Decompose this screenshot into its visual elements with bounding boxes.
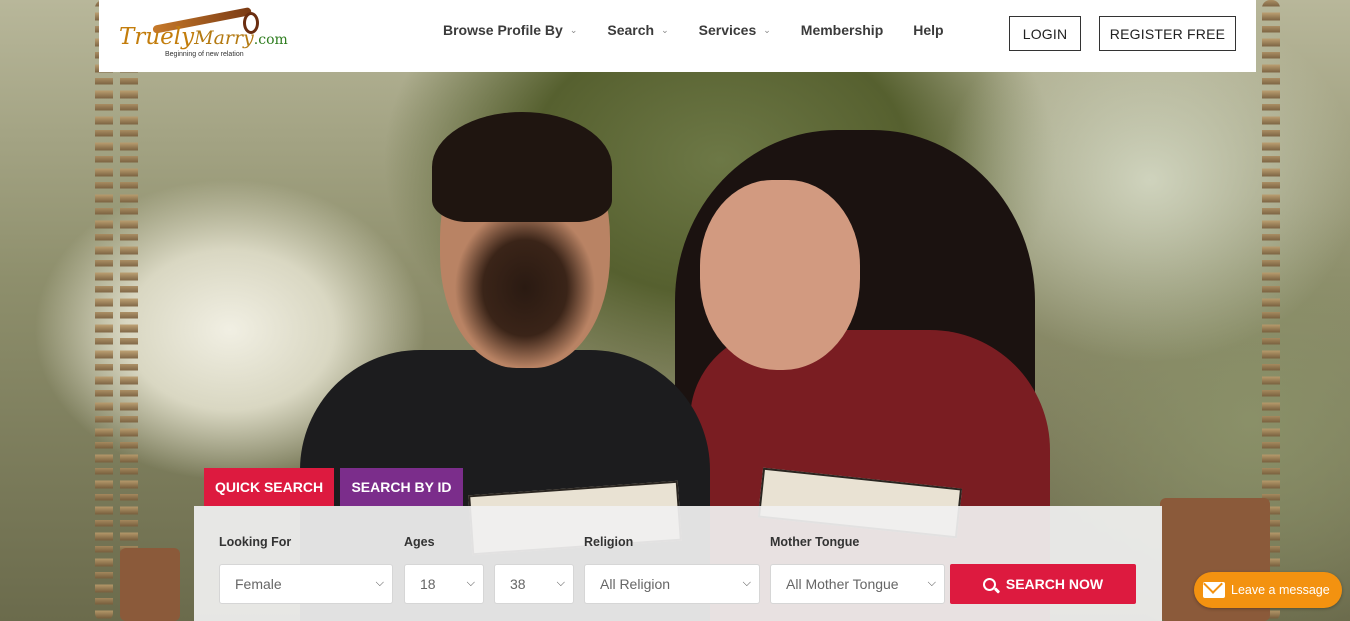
swing-chain-left-inner [120,0,138,621]
select-value: 18 [420,576,436,592]
chat-label: Leave a message [1231,583,1330,597]
chevron-down-icon: ⌵ [927,577,936,589]
age-min-select[interactable]: 18 ⌵ [404,564,484,604]
register-free-button[interactable]: REGISTER FREE [1099,16,1236,51]
logo-wordmark: TruelyMarry.com [119,24,288,50]
swing-chain-left-outer [95,0,113,621]
nav-label: Browse Profile By [443,22,563,38]
religion-label: Religion [584,535,634,549]
nav-label: Membership [800,22,884,38]
looking-for-label: Looking For [219,535,292,549]
nav-help[interactable]: Help [913,22,943,38]
nav-label: Services [698,22,757,38]
main-menu: Browse Profile By ⌄ Search ⌄ Services ⌄ Mem… [443,22,944,38]
select-value: All Religion [600,576,671,592]
leave-message-chat-button[interactable]: Leave a message [1194,572,1342,608]
chevron-down-icon: ⌵ [742,577,751,589]
chevron-down-icon: ⌵ [556,577,565,589]
tab-quick-search[interactable]: QUICK SEARCH [204,468,334,506]
search-now-label: SEARCH NOW [1005,576,1104,592]
chevron-down-icon: ⌵ [375,577,384,589]
top-navbar: TruelyMarry.com Beginning of new relatio… [99,0,1256,72]
mother-tongue-select[interactable]: All Mother Tongue ⌵ [770,564,945,604]
chevron-down-icon: ⌄ [763,24,771,35]
mother-tongue-label: Mother Tongue [770,535,860,549]
search-icon [982,577,996,591]
logo-tagline: Beginning of new relation [165,51,244,58]
quick-search-panel: Looking For Female ⌵ Ages 18 ⌵ 38 ⌵ Reli… [194,506,1162,621]
age-max-select[interactable]: 38 ⌵ [494,564,574,604]
search-now-button[interactable]: SEARCH NOW [950,564,1136,604]
ages-label: Ages [404,535,435,549]
man-hair [432,112,612,222]
nav-membership[interactable]: Membership [801,22,883,38]
chevron-down-icon: ⌄ [569,24,578,35]
login-button[interactable]: LOGIN [1009,16,1081,51]
swing-arm-left [120,548,180,621]
nav-services[interactable]: Services ⌄ [699,22,771,38]
woman-face [700,180,860,370]
looking-for-select[interactable]: Female ⌵ [219,564,393,604]
select-value: All Mother Tongue [786,576,899,592]
tab-search-by-id[interactable]: SEARCH BY ID [340,468,463,506]
nav-browse-profile-by[interactable]: Browse Profile By ⌄ [443,22,577,38]
nav-label: Search [607,22,655,38]
select-value: Female [235,576,282,592]
site-logo[interactable]: TruelyMarry.com Beginning of new relatio… [117,6,288,62]
chevron-down-icon: ⌄ [661,24,669,35]
select-value: 38 [510,576,526,592]
nav-label: Help [913,22,944,38]
nav-search[interactable]: Search ⌄ [607,22,668,38]
chevron-down-icon: ⌵ [466,577,475,589]
religion-select[interactable]: All Religion ⌵ [584,564,760,604]
envelope-icon [1203,582,1225,598]
